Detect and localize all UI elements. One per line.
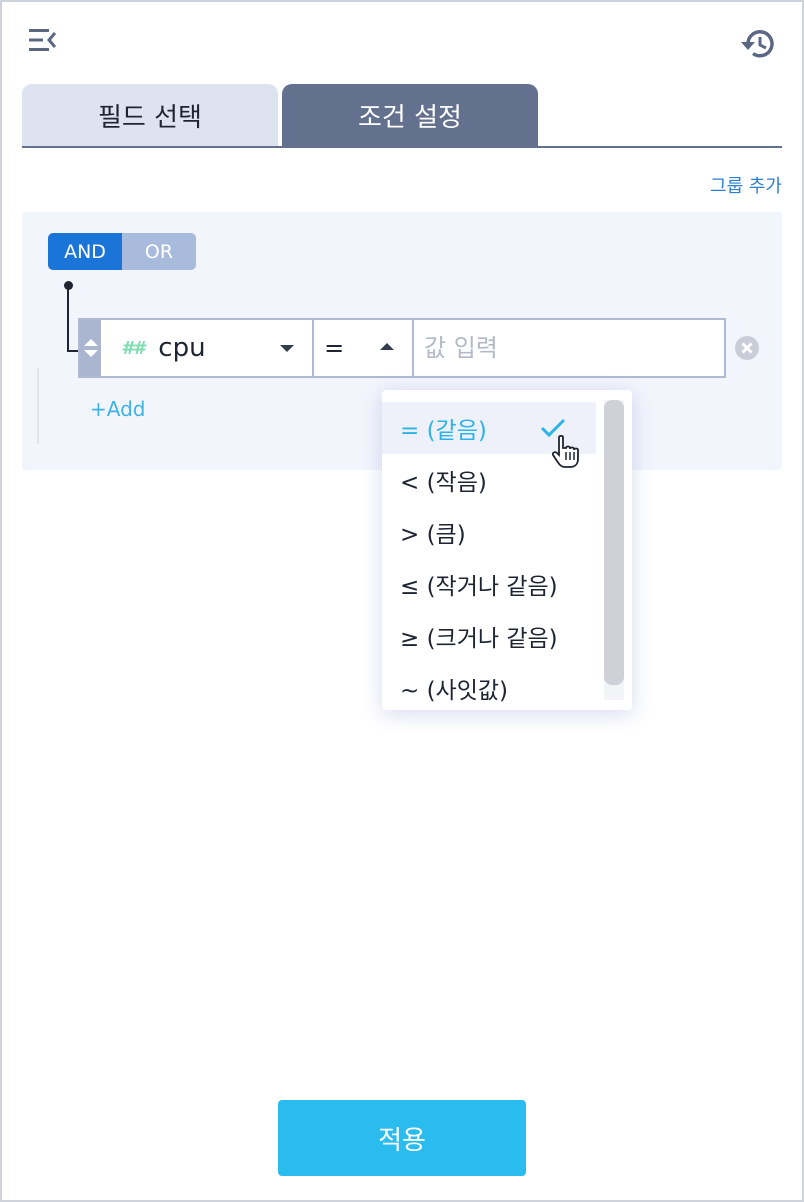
field-select[interactable]: ## cpu	[101, 320, 315, 376]
logic-and-button[interactable]: AND	[48, 233, 122, 270]
operator-option-lte[interactable]: ≤ (작거나 같음)	[382, 558, 596, 610]
operator-option-gt[interactable]: > (큼)	[382, 506, 596, 558]
tab-field-select[interactable]: 필드 선택	[22, 84, 278, 146]
tab-underline	[22, 146, 782, 148]
option-label: ≥ (크거나 같음)	[400, 626, 558, 652]
history-icon[interactable]	[738, 24, 778, 64]
option-label: = (같음)	[400, 418, 487, 444]
operator-select[interactable]: =	[314, 320, 414, 376]
chevron-up-icon	[380, 343, 394, 350]
sort-arrows-icon	[83, 339, 98, 357]
hand-cursor-icon	[549, 434, 585, 474]
operator-option-between[interactable]: ~ (사잇값)	[382, 662, 596, 710]
tab-bar: 필드 선택 조건 설정	[22, 84, 782, 148]
value-input[interactable]	[414, 320, 724, 376]
logic-or-button[interactable]: OR	[122, 233, 196, 270]
collapse-menu-icon[interactable]	[24, 22, 60, 58]
operator-value: =	[324, 334, 345, 362]
tree-connector-line	[67, 288, 69, 352]
numeric-field-icon: ##	[121, 337, 145, 359]
logic-toggle: AND OR	[48, 233, 196, 270]
option-label: ≤ (작거나 같음)	[400, 574, 558, 600]
remove-condition-icon[interactable]	[734, 335, 760, 361]
chevron-down-icon	[280, 345, 295, 352]
group-guide-line	[37, 368, 39, 444]
option-label: > (큼)	[400, 522, 466, 548]
field-name: cpu	[158, 333, 206, 363]
option-label: < (작음)	[400, 470, 487, 496]
add-group-link[interactable]: 그룹 추가	[710, 172, 782, 198]
operator-option-gte[interactable]: ≥ (크거나 같음)	[382, 610, 596, 662]
drag-handle[interactable]	[80, 320, 102, 376]
operator-dropdown: = (같음) < (작음) > (큼) ≤ (작거나 같음) ≥ (크거나 같음…	[382, 390, 632, 710]
option-label: ~ (사잇값)	[400, 678, 509, 704]
condition-row: ## cpu =	[78, 318, 726, 378]
add-condition-link[interactable]: +Add	[90, 397, 145, 421]
dropdown-scrollbar-thumb[interactable]	[604, 400, 624, 685]
tab-condition-settings[interactable]: 조건 설정	[282, 84, 538, 146]
apply-button[interactable]: 적용	[278, 1100, 526, 1176]
